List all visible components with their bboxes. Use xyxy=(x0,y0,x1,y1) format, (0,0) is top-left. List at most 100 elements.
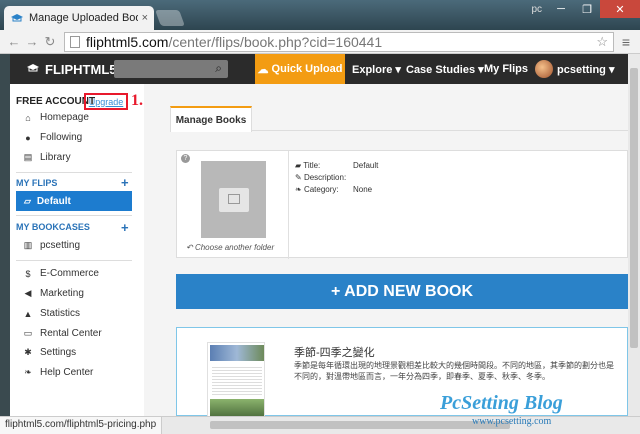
sidebar-item-label: Settings xyxy=(40,347,77,358)
browser-menu-icon[interactable]: ≡ xyxy=(618,34,634,50)
gear-icon: ✱ xyxy=(24,347,32,357)
browser-tab[interactable]: Manage Uploaded Books × xyxy=(4,6,154,30)
leaf-icon: ❧ xyxy=(295,185,304,194)
profile-label[interactable]: pc xyxy=(525,0,548,19)
watermark-title: PcSetting Blog xyxy=(440,392,563,414)
divider xyxy=(16,172,132,173)
close-window-button[interactable]: ✕ xyxy=(600,0,640,18)
bookmark-star-icon[interactable]: ☆ xyxy=(596,34,608,50)
sidebar-item-label: Statistics xyxy=(40,308,81,319)
folder-info-panel: ? ↶ Choose another folder ▰ Title: Defau… xyxy=(176,150,628,259)
dollar-icon: $ xyxy=(25,268,31,279)
maximize-button[interactable]: ❐ xyxy=(574,0,600,18)
scrollbar-thumb[interactable] xyxy=(630,68,638,348)
quick-upload-label: Quick Upload xyxy=(271,63,343,75)
my-flips-heading: MY FLIPS xyxy=(16,178,58,188)
url-path: /center/flips/book.php?cid=160441 xyxy=(168,33,383,50)
leaf-icon: ❧ xyxy=(24,367,32,377)
sidebar-item-label: Homepage xyxy=(40,112,89,123)
add-new-book-button[interactable]: + ADD NEW BOOK xyxy=(176,274,628,309)
sidebar-item-label: E-Commerce xyxy=(40,268,99,279)
book-description: 季節是每年循環出現的地理景觀相差比較大的幾個時間段。不同的地區，其季節的劃分也是… xyxy=(294,361,614,381)
sidebar-item-pcsetting[interactable]: ▥ pcsetting xyxy=(22,240,80,251)
megaphone-icon: ◀ xyxy=(24,288,32,298)
folder-cover[interactable] xyxy=(201,161,266,238)
sidebar-item-library[interactable]: ▤ Library xyxy=(22,152,71,163)
fliphtml5-favicon xyxy=(10,13,24,23)
horizontal-scrollbar-thumb[interactable] xyxy=(210,421,510,429)
graduation-cap-icon xyxy=(26,62,40,76)
card-icon: ▭ xyxy=(23,328,33,338)
sidebar-item-label: Help Center xyxy=(40,367,94,378)
url-input[interactable]: fliphtml5.com /center/flips/book.php?cid… xyxy=(64,31,614,52)
divider xyxy=(288,151,289,259)
nav-case-studies[interactable]: Case Studies ▾ xyxy=(406,54,484,84)
help-icon[interactable]: ? xyxy=(181,154,190,163)
vertical-scrollbar[interactable] xyxy=(628,54,640,416)
main-tab-strip: Manage Books xyxy=(170,106,628,132)
sidebar-item-label: Library xyxy=(40,152,71,163)
annotation-number: 1. xyxy=(131,92,143,109)
folder-open-icon: ▱ xyxy=(24,195,31,206)
tab-close-icon[interactable]: × xyxy=(142,12,148,24)
sidebar-item-settings[interactable]: ✱ Settings xyxy=(22,347,76,358)
watermark-url: www.pcsetting.com xyxy=(472,416,552,427)
sidebar-item-label: Following xyxy=(40,132,83,143)
window-controls: pc ─ ❐ ✕ xyxy=(525,0,640,19)
add-bookcase-icon[interactable]: + xyxy=(121,220,129,235)
meta-value: None xyxy=(353,185,373,194)
meta-key: Category: xyxy=(303,185,339,194)
upload-icon: ☁ xyxy=(257,63,269,76)
sidebar-item-help-center[interactable]: ❧ Help Center xyxy=(22,367,93,378)
tab-title: Manage Uploaded Books xyxy=(29,12,138,24)
minimize-button[interactable]: ─ xyxy=(548,0,574,18)
divider xyxy=(16,260,132,261)
logo-text: FLIPHTML5 xyxy=(45,61,117,77)
meta-category: ❧ Category: None xyxy=(295,185,372,194)
user-menu[interactable]: pcsetting ▾ xyxy=(535,54,614,84)
meta-key: Description: xyxy=(303,173,347,182)
nav-my-flips[interactable]: My Flips xyxy=(484,54,528,84)
browser-tab-bar: Manage Uploaded Books × pc ─ ❐ ✕ xyxy=(0,0,640,30)
new-tab-button[interactable] xyxy=(155,10,185,26)
book-thumbnail[interactable] xyxy=(207,342,265,416)
sidebar-item-default[interactable]: ▱ Default xyxy=(16,191,132,211)
upgrade-link[interactable]: Upgrade xyxy=(84,93,128,110)
home-icon: ⌂ xyxy=(25,112,31,123)
pencil-icon: ✎ xyxy=(295,173,304,182)
sidebar-item-following[interactable]: ● Following xyxy=(22,132,82,143)
sidebar-item-rental-center[interactable]: ▭ Rental Center xyxy=(22,328,102,339)
sidebar-item-ecommerce[interactable]: $ E-Commerce xyxy=(22,268,99,279)
sidebar-item-statistics[interactable]: ▲ Statistics xyxy=(22,308,80,319)
meta-description: ✎ Description: xyxy=(295,173,353,182)
sidebar-item-homepage[interactable]: ⌂ Homepage xyxy=(22,112,89,123)
status-url: fliphtml5.com/fliphtml5-pricing.php xyxy=(0,417,163,434)
meta-key: Title: xyxy=(303,161,321,170)
reload-icon[interactable]: ↻ xyxy=(42,34,58,50)
forward-arrow-icon[interactable]: → xyxy=(24,34,40,49)
choose-folder-label: Choose another folder xyxy=(194,243,275,252)
search-icon[interactable]: ⌕ xyxy=(215,61,222,76)
meta-title: ▰ Title: Default xyxy=(295,161,378,170)
chart-icon: ▲ xyxy=(23,308,33,319)
quick-upload-button[interactable]: ☁ Quick Upload xyxy=(255,54,345,84)
book-title[interactable]: 季節-四季之變化 xyxy=(294,344,375,360)
site-navbar: FLIPHTML5 ⌕ ☁ Quick Upload Explore ▾ Cas… xyxy=(10,54,628,84)
sidebar-item-marketing[interactable]: ◀ Marketing xyxy=(22,288,84,299)
user-icon: ● xyxy=(25,132,31,143)
divider xyxy=(16,215,132,216)
address-bar: ← → ↻ fliphtml5.com /center/flips/book.p… xyxy=(0,30,640,54)
tab-manage-books[interactable]: Manage Books xyxy=(170,106,252,132)
folder-icon: ▰ xyxy=(295,161,304,170)
nav-explore[interactable]: Explore ▾ xyxy=(352,54,401,84)
library-icon: ▤ xyxy=(23,152,33,162)
back-arrow-icon[interactable]: ← xyxy=(6,34,22,49)
choose-folder-link[interactable]: ↶ Choose another folder xyxy=(186,243,274,252)
page-content: FREE ACCOUNT Upgrade 1. ⌂ Homepage ● Fol… xyxy=(10,84,628,416)
sidebar-item-label: Default xyxy=(36,195,71,207)
add-flip-icon[interactable]: + xyxy=(121,175,129,190)
sidebar-item-label: Marketing xyxy=(40,288,84,299)
site-search-input[interactable]: ⌕ xyxy=(114,60,228,78)
fliphtml5-logo[interactable]: FLIPHTML5 xyxy=(26,62,117,77)
reply-arrow-icon: ↶ xyxy=(186,243,195,252)
